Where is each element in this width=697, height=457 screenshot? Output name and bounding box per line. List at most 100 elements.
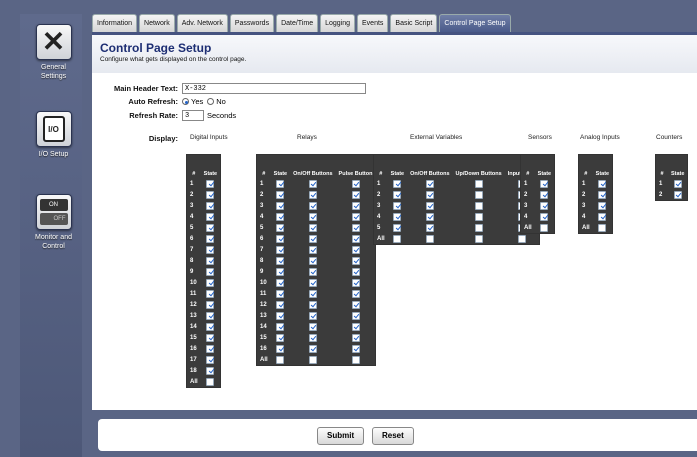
checkbox[interactable]	[540, 223, 549, 232]
checkbox[interactable]	[276, 190, 285, 199]
checkbox[interactable]	[206, 223, 215, 232]
checkbox[interactable]	[598, 212, 607, 221]
checkbox[interactable]	[540, 190, 549, 199]
checkbox[interactable]	[393, 234, 402, 243]
tab-control-page-setup[interactable]: Control Page Setup	[439, 14, 511, 32]
checkbox[interactable]	[351, 333, 360, 342]
checkbox[interactable]	[206, 311, 215, 320]
checkbox[interactable]	[308, 245, 317, 254]
checkbox[interactable]	[276, 201, 285, 210]
tab-information[interactable]: Information	[92, 14, 138, 32]
checkbox[interactable]	[351, 245, 360, 254]
checkbox[interactable]	[393, 223, 402, 232]
checkbox[interactable]	[206, 377, 215, 386]
checkbox[interactable]	[206, 190, 215, 199]
checkbox[interactable]	[308, 355, 317, 364]
checkbox[interactable]	[351, 212, 360, 221]
checkbox[interactable]	[517, 234, 526, 243]
checkbox[interactable]	[474, 212, 483, 221]
checkbox[interactable]	[206, 234, 215, 243]
checkbox[interactable]	[351, 179, 360, 188]
checkbox[interactable]	[598, 201, 607, 210]
checkbox[interactable]	[276, 234, 285, 243]
checkbox[interactable]	[276, 179, 285, 188]
checkbox[interactable]	[308, 179, 317, 188]
reset-button[interactable]: Reset	[372, 427, 414, 445]
checkbox[interactable]	[308, 322, 317, 331]
checkbox[interactable]	[598, 223, 607, 232]
tab-network[interactable]: Network	[139, 14, 175, 32]
checkbox[interactable]	[206, 355, 215, 364]
checkbox[interactable]	[308, 212, 317, 221]
checkbox[interactable]	[425, 190, 434, 199]
checkbox[interactable]	[598, 190, 607, 199]
checkbox[interactable]	[276, 322, 285, 331]
checkbox[interactable]	[308, 267, 317, 276]
checkbox[interactable]	[351, 300, 360, 309]
checkbox[interactable]	[351, 223, 360, 232]
checkbox[interactable]	[308, 289, 317, 298]
checkbox[interactable]	[276, 245, 285, 254]
auto-refresh-no-radio[interactable]	[207, 98, 215, 105]
sidebar-item-monitor-and-control[interactable]: ON OFF Monitor and Control	[29, 194, 78, 251]
checkbox[interactable]	[351, 267, 360, 276]
checkbox[interactable]	[308, 311, 317, 320]
checkbox[interactable]	[474, 179, 483, 188]
tab-adv-network[interactable]: Adv. Network	[176, 14, 228, 32]
checkbox[interactable]	[351, 201, 360, 210]
checkbox[interactable]	[308, 201, 317, 210]
submit-button[interactable]: Submit	[317, 427, 365, 445]
checkbox[interactable]	[351, 234, 360, 243]
checkbox[interactable]	[425, 212, 434, 221]
checkbox[interactable]	[206, 256, 215, 265]
header-text-input[interactable]	[182, 83, 366, 94]
checkbox[interactable]	[276, 278, 285, 287]
checkbox[interactable]	[206, 300, 215, 309]
checkbox[interactable]	[308, 256, 317, 265]
checkbox[interactable]	[276, 267, 285, 276]
checkbox[interactable]	[206, 179, 215, 188]
tab-logging[interactable]: Logging	[320, 14, 356, 32]
checkbox[interactable]	[351, 355, 360, 364]
checkbox[interactable]	[540, 212, 549, 221]
checkbox[interactable]	[308, 300, 317, 309]
checkbox[interactable]	[351, 278, 360, 287]
checkbox[interactable]	[206, 344, 215, 353]
checkbox[interactable]	[351, 190, 360, 199]
checkbox[interactable]	[308, 190, 317, 199]
checkbox[interactable]	[206, 322, 215, 331]
checkbox[interactable]	[276, 212, 285, 221]
checkbox[interactable]	[474, 234, 483, 243]
checkbox[interactable]	[308, 333, 317, 342]
checkbox[interactable]	[673, 190, 682, 199]
checkbox[interactable]	[276, 344, 285, 353]
checkbox[interactable]	[206, 267, 215, 276]
checkbox[interactable]	[276, 223, 285, 232]
checkbox[interactable]	[206, 289, 215, 298]
checkbox[interactable]	[474, 201, 483, 210]
checkbox[interactable]	[351, 322, 360, 331]
checkbox[interactable]	[540, 201, 549, 210]
checkbox[interactable]	[393, 212, 402, 221]
checkbox[interactable]	[308, 223, 317, 232]
checkbox[interactable]	[393, 201, 402, 210]
checkbox[interactable]	[276, 289, 285, 298]
checkbox[interactable]	[425, 179, 434, 188]
checkbox[interactable]	[308, 344, 317, 353]
auto-refresh-yes-radio[interactable]	[182, 98, 189, 105]
tab-date-time[interactable]: Date/Time	[276, 14, 319, 32]
checkbox[interactable]	[351, 289, 360, 298]
checkbox[interactable]	[351, 311, 360, 320]
checkbox[interactable]	[598, 179, 607, 188]
checkbox[interactable]	[540, 179, 549, 188]
tab-events[interactable]: Events	[357, 14, 389, 32]
checkbox[interactable]	[206, 278, 215, 287]
sidebar-item-io-setup[interactable]: I/O I/O Setup	[29, 111, 78, 159]
checkbox[interactable]	[425, 201, 434, 210]
checkbox[interactable]	[425, 223, 434, 232]
checkbox[interactable]	[393, 179, 402, 188]
sidebar-item-general-settings[interactable]: ✕ General Settings	[29, 24, 78, 81]
checkbox[interactable]	[276, 311, 285, 320]
checkbox[interactable]	[474, 190, 483, 199]
checkbox[interactable]	[351, 344, 360, 353]
